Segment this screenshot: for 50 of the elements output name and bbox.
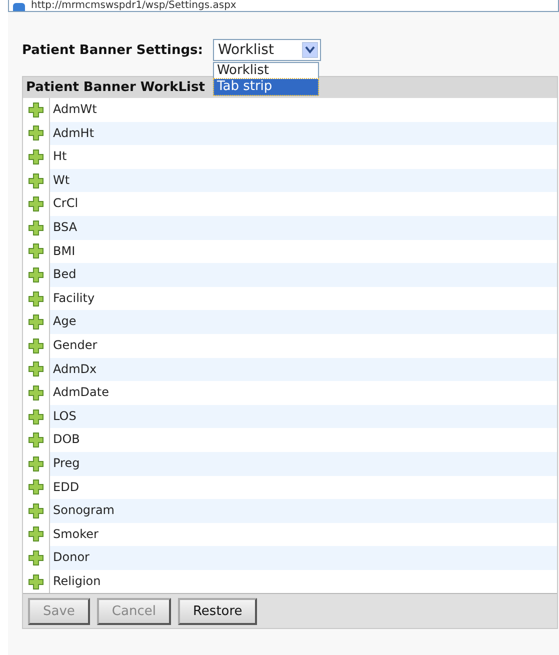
action-button[interactable]: Restore: [178, 598, 258, 625]
setting-name: LOS: [52, 408, 76, 425]
dropdown-option[interactable]: Tab strip: [214, 79, 318, 95]
add-icon[interactable]: [28, 290, 44, 307]
add-icon[interactable]: [28, 361, 44, 378]
setting-name: DOB: [52, 431, 80, 448]
setting-name: Bed: [52, 266, 76, 284]
add-icon[interactable]: [28, 432, 44, 448]
add-icon[interactable]: [28, 314, 44, 330]
settings-label: Patient Banner Settings:: [22, 42, 203, 58]
dropdown-option[interactable]: Worklist: [214, 63, 318, 79]
setting-name: AdmDx: [52, 360, 97, 378]
setting-name: Donor: [52, 549, 90, 566]
add-icon[interactable]: [28, 479, 44, 496]
setting-name: EDD: [52, 478, 80, 496]
add-icon[interactable]: [28, 266, 44, 283]
add-icon[interactable]: [28, 574, 44, 590]
setting-name: AdmDate: [52, 384, 109, 402]
url-text: http://mrmcmswspdr1/wsp/Settings.aspx: [31, 0, 236, 11]
add-icon[interactable]: [28, 172, 44, 189]
add-icon[interactable]: [28, 125, 44, 142]
setting-name: AdmWt: [52, 101, 97, 118]
browser-icon: [13, 3, 25, 11]
setting-name: BSA: [52, 218, 78, 236]
add-icon[interactable]: [28, 502, 44, 519]
setting-name: Gender: [52, 336, 98, 354]
add-icon[interactable]: [28, 384, 44, 401]
add-icon[interactable]: [28, 243, 44, 260]
setting-name: Preg: [52, 454, 80, 472]
add-icon[interactable]: [28, 148, 44, 165]
setting-name: BMI: [52, 242, 76, 260]
setting-name: Ht: [52, 148, 67, 166]
dropdown[interactable]: Worklist: [212, 39, 321, 61]
address-bar[interactable]: http://mrmcmswspdr1/wsp/Settings.aspx: [8, 0, 559, 12]
setting-name: CrCl: [52, 195, 78, 212]
setting-name: Sonogram: [52, 502, 114, 520]
setting-name: Smoker: [52, 526, 98, 543]
add-icon[interactable]: [28, 220, 44, 236]
add-icon[interactable]: [28, 456, 44, 472]
setting-name: Facility: [52, 290, 95, 307]
add-icon[interactable]: [28, 102, 44, 118]
setting-name: Religion: [52, 572, 101, 590]
setting-name: AdmHt: [52, 124, 94, 142]
setting-name: Wt: [52, 172, 70, 189]
add-icon[interactable]: [28, 196, 44, 212]
add-icon[interactable]: [28, 408, 44, 425]
add-icon[interactable]: [28, 526, 44, 542]
add-icon[interactable]: [28, 338, 44, 354]
add-icon[interactable]: [28, 550, 44, 566]
setting-name: Age: [52, 313, 76, 330]
